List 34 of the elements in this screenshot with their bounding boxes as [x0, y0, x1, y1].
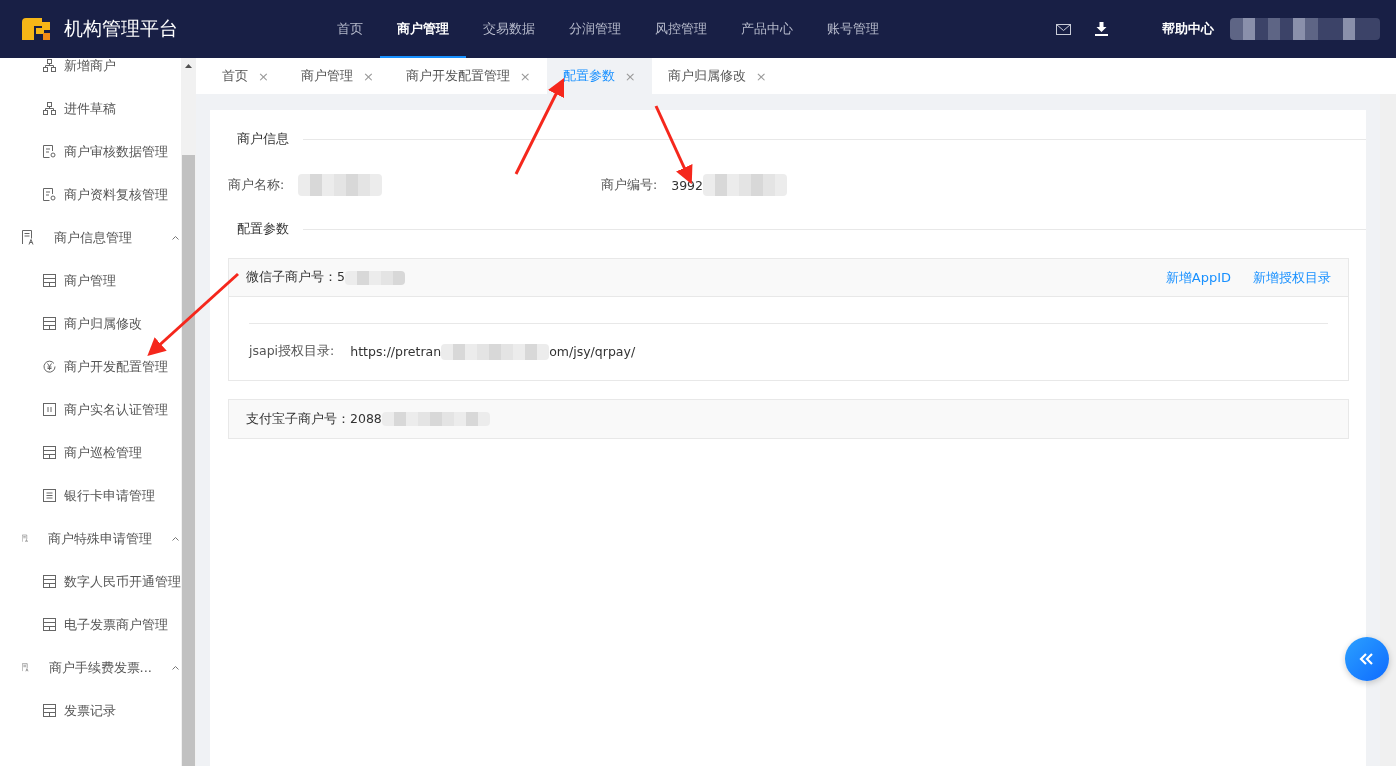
sidebar-item[interactable]: 商户开发配置管理 — [0, 345, 181, 388]
panel-title: 支付宝子商户号：2088 — [246, 410, 382, 428]
section-title: 配置参数 — [237, 220, 289, 238]
sidebar-item[interactable]: 发票记录 — [0, 689, 181, 732]
sidebar-group[interactable]: 商户特殊申请管理 — [0, 517, 181, 560]
nav-tab[interactable]: 分润管理 — [552, 0, 638, 58]
sidebar-item[interactable]: 新增商户 — [0, 58, 181, 87]
sidebar-item[interactable]: 商户实名认证管理 — [0, 388, 181, 431]
app-title: 机构管理平台 — [64, 16, 179, 41]
url-text: om/jsy/qrpay/ — [549, 344, 636, 359]
sidebar-item[interactable]: 商户管理 — [0, 259, 181, 302]
nav-tab[interactable]: 账号管理 — [810, 0, 896, 58]
sidebar-group[interactable]: 商户手续费发票... — [0, 646, 181, 689]
sidebar-item[interactable]: 商户审核数据管理 — [0, 130, 181, 173]
field-label: 商户编号: — [601, 176, 658, 194]
sidebar-item[interactable]: 商户巡检管理 — [0, 431, 181, 474]
sidebar-item[interactable]: 数字人民币开通管理 — [0, 560, 181, 603]
help-center-link[interactable]: 帮助中心 — [1162, 20, 1214, 38]
nav-tab[interactable]: 交易数据 — [466, 0, 552, 58]
url-text: https://pretran — [350, 344, 442, 359]
field-value: 3992 — [671, 177, 704, 193]
sidebar-group[interactable]: 商户信息管理 — [0, 216, 181, 259]
sidebar-item[interactable]: 商户资料复核管理 — [0, 173, 181, 216]
sidebar-item[interactable]: 银行卡申请管理 — [0, 474, 181, 517]
sidebar-item[interactable]: 商户归属修改 — [0, 302, 181, 345]
field-label: jsapi授权目录: — [249, 343, 335, 360]
nav-tab[interactable]: 首页 — [320, 0, 380, 58]
section-title: 商户信息 — [237, 130, 289, 148]
field-label: 商户名称: — [228, 176, 285, 194]
nav-tab[interactable]: 产品中心 — [724, 0, 810, 58]
sidebar-item[interactable]: 电子发票商户管理 — [0, 603, 181, 646]
sidebar-item[interactable]: 进件草稿 — [0, 87, 181, 130]
panel-title: 微信子商户号：5 — [246, 269, 345, 286]
nav-tab[interactable]: 风控管理 — [638, 0, 724, 58]
